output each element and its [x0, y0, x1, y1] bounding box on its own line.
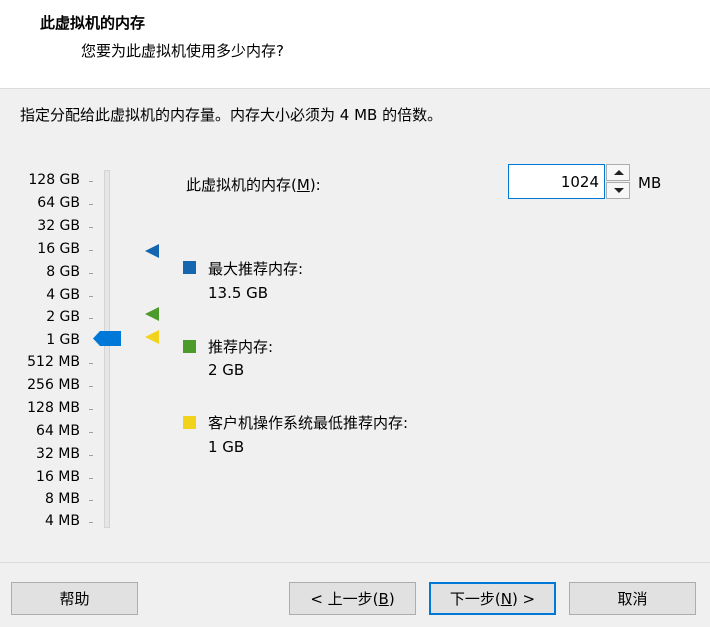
minimum-recommended-value: 1 GB	[208, 438, 245, 456]
scale-tick	[89, 273, 93, 274]
next-button[interactable]: 下一步(N) >	[429, 582, 556, 615]
scale-label: 1 GB	[46, 332, 80, 348]
memory-slider-track[interactable]	[104, 170, 110, 528]
scale-label: 16 GB	[37, 241, 80, 257]
memory-field-label: 此虚拟机的内存(M):	[186, 176, 321, 194]
scale-label: 128 MB	[27, 400, 80, 416]
scale-tick	[89, 478, 93, 479]
scale-tick	[89, 386, 93, 387]
scale-label: 512 MB	[27, 354, 80, 370]
scale-label: 2 GB	[46, 309, 80, 325]
minimum-recommended-label: 客户机操作系统最低推荐内存:	[208, 414, 409, 432]
back-button[interactable]: < 上一步(B)	[289, 582, 416, 615]
max-recommended-marker	[145, 244, 159, 258]
scale-label: 64 MB	[36, 423, 80, 439]
scale-tick	[89, 296, 93, 297]
max-recommended-legend-icon	[183, 261, 196, 274]
scale-tick	[89, 181, 93, 182]
scale-label: 32 MB	[36, 446, 80, 462]
scale-label: 8 MB	[44, 491, 80, 507]
scale-tick	[89, 432, 93, 433]
minimum-recommended-legend-icon	[183, 416, 196, 429]
page-subtitle: 您要为此虚拟机使用多少内存?	[81, 42, 284, 60]
memory-decrement-button[interactable]	[606, 182, 630, 199]
help-button[interactable]: 帮助	[11, 582, 138, 615]
scale-label: 4 MB	[44, 513, 80, 529]
scale-label: 32 GB	[37, 218, 80, 234]
recommended-label: 推荐内存:	[208, 338, 274, 356]
scale-tick	[89, 204, 93, 205]
scale-tick	[89, 250, 93, 251]
footer-divider	[0, 562, 710, 563]
chevron-up-icon	[614, 170, 624, 175]
page-title: 此虚拟机的内存	[40, 14, 146, 32]
scale-tick	[89, 363, 93, 364]
recommended-value: 2 GB	[208, 361, 245, 379]
scale-tick	[89, 409, 93, 410]
scale-label: 4 GB	[46, 287, 80, 303]
scale-tick	[89, 318, 93, 319]
scale-label: 64 GB	[37, 195, 80, 211]
minimum-recommended-marker	[145, 330, 159, 344]
scale-tick	[89, 500, 93, 501]
memory-slider-thumb[interactable]	[93, 331, 121, 346]
max-recommended-label: 最大推荐内存:	[208, 260, 304, 278]
recommended-legend-icon	[183, 340, 196, 353]
cancel-button[interactable]: 取消	[569, 582, 696, 615]
scale-label: 256 MB	[27, 377, 80, 393]
memory-increment-button[interactable]	[606, 164, 630, 181]
scale-tick	[89, 455, 93, 456]
scale-label: 8 GB	[46, 264, 80, 280]
scale-tick	[89, 227, 93, 228]
recommended-marker	[145, 307, 159, 321]
instruction-text: 指定分配给此虚拟机的内存量。内存大小必须为 4 MB 的倍数。	[20, 106, 443, 124]
wizard-header: 此虚拟机的内存 您要为此虚拟机使用多少内存?	[0, 0, 710, 89]
memory-unit: MB	[638, 174, 662, 192]
chevron-down-icon	[614, 188, 624, 193]
max-recommended-value: 13.5 GB	[208, 284, 269, 302]
memory-size-input[interactable]	[508, 164, 605, 199]
scale-label: 16 MB	[36, 469, 80, 485]
scale-tick	[89, 522, 93, 523]
scale-label: 128 GB	[28, 172, 80, 188]
